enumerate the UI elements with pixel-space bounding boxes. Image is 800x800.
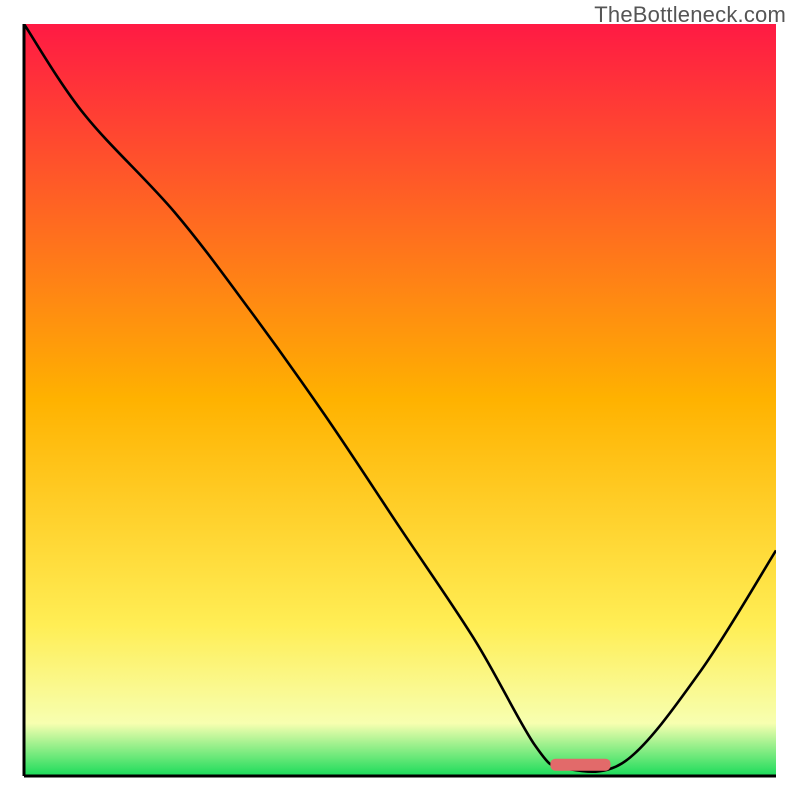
gradient-background: [24, 24, 776, 776]
chart-container: TheBottleneck.com: [0, 0, 800, 800]
bottleneck-chart: [0, 0, 800, 800]
optimal-marker: [550, 759, 610, 771]
